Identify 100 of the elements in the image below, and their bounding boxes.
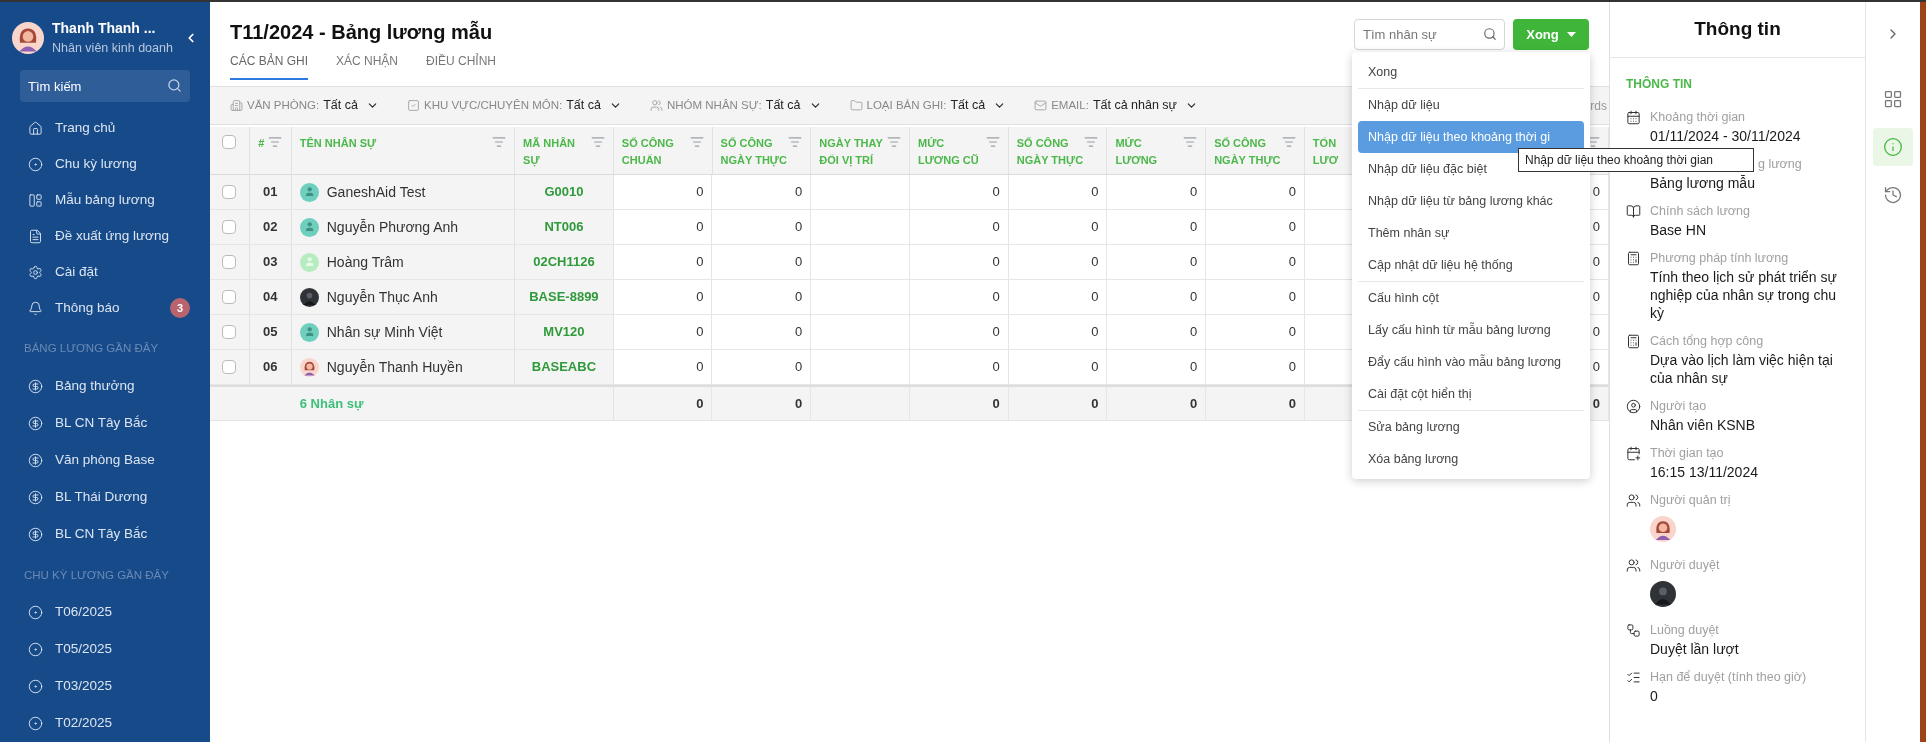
sidebar-item[interactable]: Thông báo 3 [0,290,210,327]
menu-item[interactable]: Nhập dữ liệu [1358,89,1450,121]
sidebar-item[interactable]: T03/2025 [0,667,210,705]
table-cell-text: 0 [1091,218,1099,237]
table-cell-text: 0 [795,218,803,237]
row-number: 02 [263,218,278,237]
table-cell-text: 0 [795,288,803,307]
sidebar-item[interactable]: BL CN Tây Bắc [0,404,210,442]
total-cell-text: 0 [992,394,1000,413]
table-cell-text: 0 [795,323,803,342]
search-field[interactable]: Tìm nhân sự [1354,19,1505,50]
page-title: T11/2024 - Bảng lương mẫu [230,19,494,45]
filter-dropdown[interactable]: NHÓM NHÂN SỰ: Tất cả [649,96,822,115]
panel-title: Thông tin [1694,17,1781,42]
employee-name: Hoàng Trâm [326,252,404,272]
field-value: Dựa vào lịch làm việc hiện tại của nhân sự [1650,351,1834,387]
field-label: Người tạo [1650,398,1708,415]
table-cell-text: 0 [992,253,1000,272]
column-header: NGÀY THAY ĐỔI VỊ TRÍ [819,136,884,169]
table-cell-text: 0 [992,218,1000,237]
menu-item[interactable]: Đẩy cấu hình vào mẫu bảng lương [1358,346,1572,378]
total-cell-text: 0 [794,394,803,413]
table-cell-text: 0 [1592,358,1600,377]
sidebar-item[interactable]: BL CN Tây Bắc [0,515,210,553]
menu-item[interactable]: Nhập dữ liệu từ bảng lương khác [1358,185,1563,217]
table-cell-text: 0 [1288,358,1296,377]
menu-item[interactable]: Lấy cấu hình từ mẫu bảng lương [1358,314,1561,346]
field-label: Người quản trị [1650,492,1732,509]
table-cell-text: 0 [992,323,1000,342]
section-heading: CHU KỲ LƯƠNG GẦN ĐÂY [23,567,170,583]
menu-item[interactable]: Sửa bảng lương [1358,411,1470,443]
filter-dropdown[interactable]: LOẠI BẢN GHI: Tất cả [849,96,1007,115]
field-label: Cách tổng hợp công [1650,333,1765,350]
field-label: Thời gian tạo [1650,445,1725,462]
sidebar-item[interactable]: BL Thái Dương [0,478,210,516]
table-cell-text: 0 [1189,253,1198,272]
sidebar-item[interactable]: Cài đặt [0,254,210,291]
table-cell-text: 0 [1091,358,1099,377]
filter-dropdown[interactable]: KHU VỰC/CHUYÊN MÔN: Tất cả [406,96,622,115]
table-cell-text: 0 [1592,183,1600,202]
user-name: Thanh Thanh ... [52,19,157,38]
employee-code: MV120 [543,323,585,342]
employee-code: G0010 [544,183,584,202]
sidebar-item[interactable]: Bảng thưởng [0,367,210,405]
sidebar-item[interactable]: Chu kỳ lương [0,146,210,183]
tab[interactable]: CÁC BẢN GHI [230,52,308,80]
table-cell-text: 0 [696,218,704,237]
row-number: 01 [263,183,278,202]
sidebar-item[interactable]: Văn phòng Base [0,441,210,479]
sidebar-item[interactable]: T05/2025 [0,630,210,668]
sidebar-item[interactable]: Đề xuất ứng lương [0,218,210,255]
row-number: 04 [263,288,278,307]
field-value: Tính theo lịch sử phát triển sự nghiệp của nhân sự trong chu kỳ [1650,268,1838,322]
field-value: Base HN [1650,221,1708,239]
table-cell-text: 0 [1189,323,1198,342]
table-cell-text: 0 [1091,288,1099,307]
menu-item[interactable]: Cấu hình cột [1358,282,1449,314]
count-badge: 3 [170,298,190,319]
column-header: MỨC LƯƠNG [1115,136,1159,168]
menu-item[interactable]: Xóa bảng lương [1358,443,1469,475]
table-cell-text: 0 [1288,183,1296,202]
tab[interactable]: ĐIỀU CHỈNH [426,52,497,80]
table-cell-text: 0 [795,253,803,272]
search-field[interactable]: Tìm kiếm [20,70,190,102]
table-cell-text: 0 [1592,218,1600,237]
sidebar-item[interactable]: Trang chủ [0,110,210,147]
filter-dropdown[interactable]: EMAIL: Tất cả nhân sự [1034,96,1198,115]
table-cell-text: 0 [1288,218,1296,237]
employee-name: Nguyễn Thục Anh [326,287,438,307]
filter-bar-text: rds [1590,97,1607,115]
table-cell-text: 0 [1189,288,1198,307]
menu-item[interactable]: Xong [1358,56,1408,88]
tab[interactable]: XÁC NHẬN [336,52,399,80]
employee-name: Nguyễn Phương Anh [326,217,459,237]
table-cell-text: 0 [696,253,704,272]
row-number: 03 [263,253,278,272]
menu-item[interactable]: Cập nhật dữ liệu hệ thống [1358,249,1523,281]
filter-dropdown[interactable]: VĂN PHÒNG: Tất cả [230,96,379,115]
column-header: MỨC LƯƠNG CŨ [918,136,980,168]
section-heading: BẢNG LƯƠNG GẦN ĐÂY [23,341,160,357]
table-cell-text: 0 [1288,323,1296,342]
employee-code: BASEABC [531,358,597,377]
table-cell-text: 0 [696,358,704,377]
table-cell-text: 0 [696,183,704,202]
field-value: 01/11/2024 - 30/11/2024 [1650,127,1802,145]
sidebar-item[interactable]: T02/2025 [0,704,210,742]
sidebar-item[interactable]: T06/2025 [0,593,210,631]
user-role: Nhân viên kinh doanh [52,40,174,57]
column-header: SỐ CÔNG NGÀY THỰC [1016,136,1085,169]
table-cell-text: 0 [1592,253,1600,272]
table-cell-text: 0 [795,183,803,202]
field-value: Nhân viên KSNB [1650,416,1757,434]
table-cell-text: 0 [795,358,803,377]
table-cell-text: 0 [1592,323,1600,342]
menu-item[interactable]: Cài đặt cột hiển thị [1358,378,1482,410]
sidebar-item[interactable]: Mẫu bảng lương [0,182,210,219]
menu-item[interactable]: Thêm nhân sự [1358,217,1460,249]
menu-item[interactable]: Nhập dữ liệu đặc biệt [1358,153,1497,185]
column-header: MÃ NHÂN SỰ [523,136,577,169]
field-label: Hạn để duyệt (tính theo giờ) [1650,669,1808,686]
